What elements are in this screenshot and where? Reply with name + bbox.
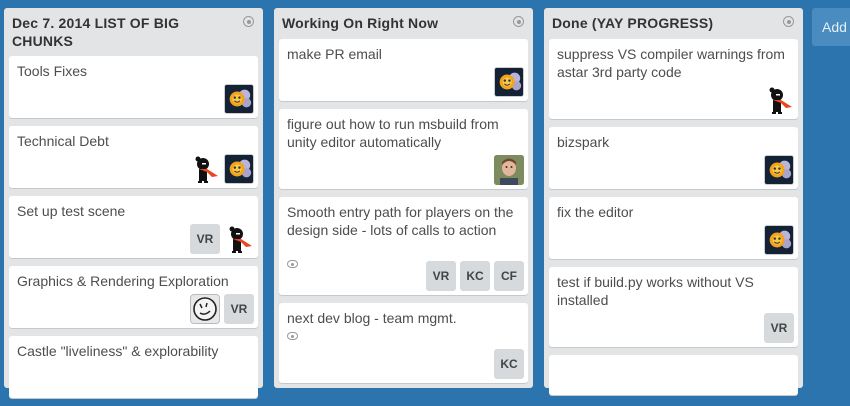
list-menu-icon[interactable]	[243, 16, 254, 27]
card-title: suppress VS compiler warnings from astar…	[557, 46, 785, 80]
card[interactable]: Set up test scene VR	[9, 196, 258, 258]
sun-avatar[interactable]	[224, 154, 254, 184]
sun-avatar[interactable]	[224, 84, 254, 114]
list-menu-icon[interactable]	[513, 16, 524, 27]
card-title: figure out how to run msbuild from unity…	[287, 116, 499, 150]
card[interactable]: Smooth entry path for players on the des…	[279, 197, 528, 295]
card[interactable]: bizspark	[549, 127, 798, 189]
member-initials[interactable]: KC	[494, 349, 524, 379]
board: Dec 7. 2014 LIST OF BIG CHUNKS Tools Fix…	[0, 0, 850, 398]
card-title: make PR email	[287, 46, 382, 62]
card[interactable]: fix the editor	[549, 197, 798, 259]
card-members	[764, 85, 794, 115]
list-header: Dec 7. 2014 LIST OF BIG CHUNKS	[4, 8, 263, 50]
member-initials[interactable]: VR	[426, 261, 456, 291]
card-list: make PR email figure out how to run msbu…	[279, 39, 528, 391]
card-title: Castle "liveliness" & explorability	[17, 343, 219, 359]
card-title: test if build.py works without VS instal…	[557, 274, 754, 308]
card-list: suppress VS compiler warnings from astar…	[549, 39, 798, 403]
list-big-chunks: Dec 7. 2014 LIST OF BIG CHUNKS Tools Fix…	[4, 8, 263, 398]
card-members: KC	[494, 349, 524, 379]
member-initials[interactable]: VR	[764, 313, 794, 343]
ninja-avatar[interactable]	[764, 85, 794, 115]
photo-avatar[interactable]	[494, 155, 524, 185]
sun-avatar[interactable]	[764, 155, 794, 185]
card-title: Smooth entry path for players on the des…	[287, 204, 514, 238]
card-title: Technical Debt	[17, 133, 109, 149]
card[interactable]: Castle "liveliness" & explorability	[9, 336, 258, 398]
member-initials[interactable]: VR	[224, 294, 254, 324]
card-members	[764, 225, 794, 255]
card-members	[494, 155, 524, 185]
card[interactable]: next dev blog - team mgmt. KC	[279, 303, 528, 383]
card-title: bizspark	[557, 134, 610, 150]
card-members	[764, 155, 794, 185]
card-members: VR	[190, 224, 254, 254]
card[interactable]: Tools Fixes	[9, 56, 258, 118]
card[interactable]: make PR email	[279, 39, 528, 101]
list-title[interactable]: Working On Right Now	[282, 14, 505, 32]
card-title: Graphics & Rendering Exploration	[17, 273, 229, 289]
sketch-avatar[interactable]	[190, 294, 220, 324]
ninja-avatar[interactable]	[224, 224, 254, 254]
list-menu-icon[interactable]	[783, 16, 794, 27]
card[interactable]: figure out how to run msbuild from unity…	[279, 109, 528, 189]
card[interactable]: Technical Debt	[9, 126, 258, 188]
card-title: Tools Fixes	[17, 63, 88, 79]
sun-avatar[interactable]	[494, 67, 524, 97]
watch-icon	[287, 332, 298, 340]
card-members: VR	[764, 313, 794, 343]
sun-avatar[interactable]	[764, 225, 794, 255]
card[interactable]: suppress VS compiler warnings from astar…	[549, 39, 798, 119]
member-initials[interactable]: CF	[494, 261, 524, 291]
list-title[interactable]: Done (YAY PROGRESS)	[552, 14, 775, 32]
list-title[interactable]: Dec 7. 2014 LIST OF BIG CHUNKS	[12, 14, 235, 50]
ninja-avatar[interactable]	[190, 154, 220, 184]
list-done: Done (YAY PROGRESS) suppress VS compiler…	[544, 8, 803, 395]
card-badges	[287, 255, 298, 273]
card[interactable]	[549, 355, 798, 395]
card[interactable]: test if build.py works without VS instal…	[549, 267, 798, 347]
card-members: VR KC CF	[426, 261, 524, 291]
card-members	[224, 84, 254, 114]
card-title: Set up test scene	[17, 203, 126, 219]
card-members: VR	[190, 294, 254, 324]
card-badges	[287, 327, 298, 345]
watch-icon	[287, 260, 298, 268]
list-working-on: Working On Right Now make PR email figur…	[274, 8, 533, 388]
card-title: fix the editor	[557, 204, 634, 220]
card[interactable]: Graphics & Rendering Exploration VR	[9, 266, 258, 328]
card-title: next dev blog - team mgmt.	[287, 310, 457, 326]
list-header: Working On Right Now	[274, 8, 533, 32]
card-members	[494, 67, 524, 97]
member-initials[interactable]: VR	[190, 224, 220, 254]
member-initials[interactable]: KC	[460, 261, 490, 291]
list-header: Done (YAY PROGRESS)	[544, 8, 803, 32]
card-members	[190, 154, 254, 184]
card-list: Tools Fixes Technical Debt Set up test s…	[9, 56, 258, 406]
add-list-button[interactable]: Add	[812, 8, 850, 46]
